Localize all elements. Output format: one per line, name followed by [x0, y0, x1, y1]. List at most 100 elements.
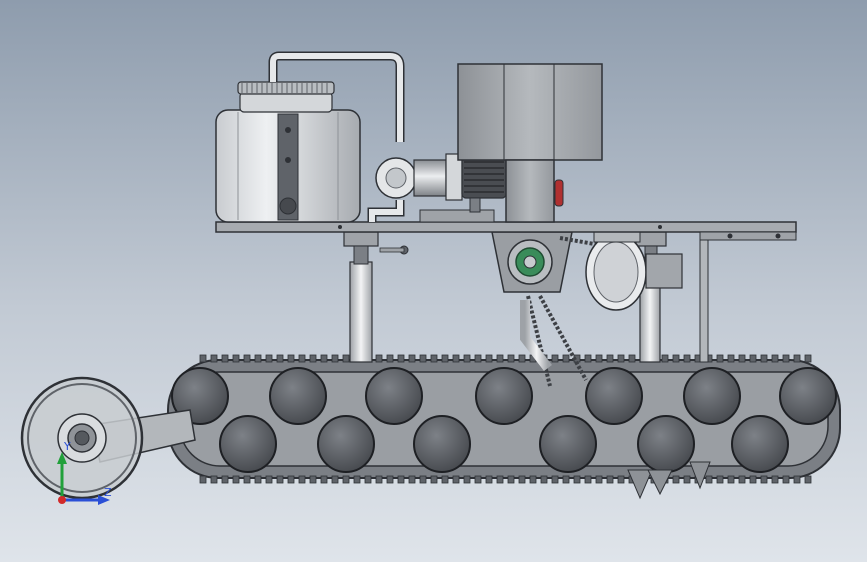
- track-tooth: [782, 475, 790, 484]
- road-wheel: [585, 367, 643, 425]
- track-tooth: [375, 475, 383, 484]
- track-tooth: [441, 354, 449, 363]
- track-tooth: [254, 475, 262, 484]
- track-tooth: [749, 354, 757, 363]
- track-tooth: [496, 354, 504, 363]
- track-tooth: [287, 475, 295, 484]
- track-tooth: [397, 475, 405, 484]
- control-box-upper: [457, 63, 603, 161]
- track-tooth: [331, 354, 339, 363]
- track-tooth: [463, 354, 471, 363]
- track-tooth: [408, 354, 416, 363]
- track-tooth: [232, 354, 240, 363]
- track-tooth: [595, 354, 603, 363]
- track-tooth: [386, 354, 394, 363]
- road-wheel: [269, 367, 327, 425]
- under-deck-motor[interactable]: [585, 231, 683, 311]
- tracked-vehicle-model[interactable]: [0, 0, 867, 562]
- track-tooth: [562, 475, 570, 484]
- track-tooth: [199, 475, 207, 484]
- track-tooth: [606, 475, 614, 484]
- track-tooth: [683, 475, 691, 484]
- track-tooth: [540, 475, 548, 484]
- track-tooth: [342, 354, 350, 363]
- track-tooth: [628, 354, 636, 363]
- track-tooth: [760, 475, 768, 484]
- track-tooth: [331, 475, 339, 484]
- track-tooth: [199, 354, 207, 363]
- track-tooth: [309, 475, 317, 484]
- emergency-switch: [554, 179, 564, 207]
- track-tooth: [408, 475, 416, 484]
- track-tooth: [276, 354, 284, 363]
- track-tooth: [485, 354, 493, 363]
- track-tooth: [661, 354, 669, 363]
- road-wheel: [539, 415, 597, 473]
- road-wheel: [475, 367, 533, 425]
- tank-neck: [239, 91, 333, 113]
- road-wheel: [219, 415, 277, 473]
- track-tooth: [276, 475, 284, 484]
- track-tooth: [265, 354, 273, 363]
- rear-frame-post: [699, 231, 709, 363]
- track-tooth: [760, 354, 768, 363]
- track-tooth: [771, 354, 779, 363]
- road-wheel: [683, 367, 741, 425]
- road-wheel: [413, 415, 471, 473]
- track-tooth: [232, 475, 240, 484]
- track-tooth: [243, 475, 251, 484]
- track-tooth: [419, 475, 427, 484]
- track-tooth: [298, 354, 306, 363]
- track-tooth: [419, 354, 427, 363]
- track-tooth: [375, 354, 383, 363]
- water-tank[interactable]: [215, 81, 361, 223]
- track-tooth: [584, 475, 592, 484]
- track-tooth: [617, 475, 625, 484]
- track-tooth: [463, 475, 471, 484]
- track-tooth: [430, 354, 438, 363]
- track-tooth: [474, 354, 482, 363]
- track-tooth: [551, 475, 559, 484]
- track-tooth: [452, 475, 460, 484]
- track-tooth: [793, 354, 801, 363]
- track-tooth: [771, 475, 779, 484]
- front-leg: [349, 261, 373, 363]
- track-tooth: [386, 475, 394, 484]
- track-tooth: [309, 354, 317, 363]
- track-tooth: [265, 475, 273, 484]
- track-tooth: [672, 354, 680, 363]
- track-tooth: [320, 354, 328, 363]
- track-tooth: [705, 475, 713, 484]
- track-tooth: [727, 354, 735, 363]
- track-tooth: [518, 354, 526, 363]
- track-tooth: [793, 475, 801, 484]
- track-tooth: [551, 354, 559, 363]
- track-tooth: [287, 354, 295, 363]
- track-tooth: [353, 475, 361, 484]
- track-assembly[interactable]: [167, 354, 841, 484]
- 3d-viewport[interactable]: Y Z: [0, 0, 867, 562]
- track-tooth: [221, 475, 229, 484]
- road-wheel: [779, 367, 837, 425]
- track-tooth: [749, 475, 757, 484]
- track-tooth: [485, 475, 493, 484]
- track-tooth: [595, 475, 603, 484]
- track-tooth: [298, 475, 306, 484]
- track-tooth: [496, 475, 504, 484]
- road-wheel: [731, 415, 789, 473]
- track-tooth: [364, 475, 372, 484]
- track-tooth: [738, 475, 746, 484]
- track-tooth: [573, 475, 581, 484]
- road-wheel: [317, 415, 375, 473]
- track-tooth: [716, 475, 724, 484]
- track-tooth: [210, 475, 218, 484]
- track-tooth: [683, 354, 691, 363]
- track-tooth: [617, 354, 625, 363]
- track-tooth: [584, 354, 592, 363]
- track-tooth: [397, 354, 405, 363]
- track-tooth: [562, 354, 570, 363]
- track-tooth: [804, 475, 812, 484]
- track-tooth: [529, 475, 537, 484]
- track-tooth: [606, 354, 614, 363]
- track-tooth: [254, 354, 262, 363]
